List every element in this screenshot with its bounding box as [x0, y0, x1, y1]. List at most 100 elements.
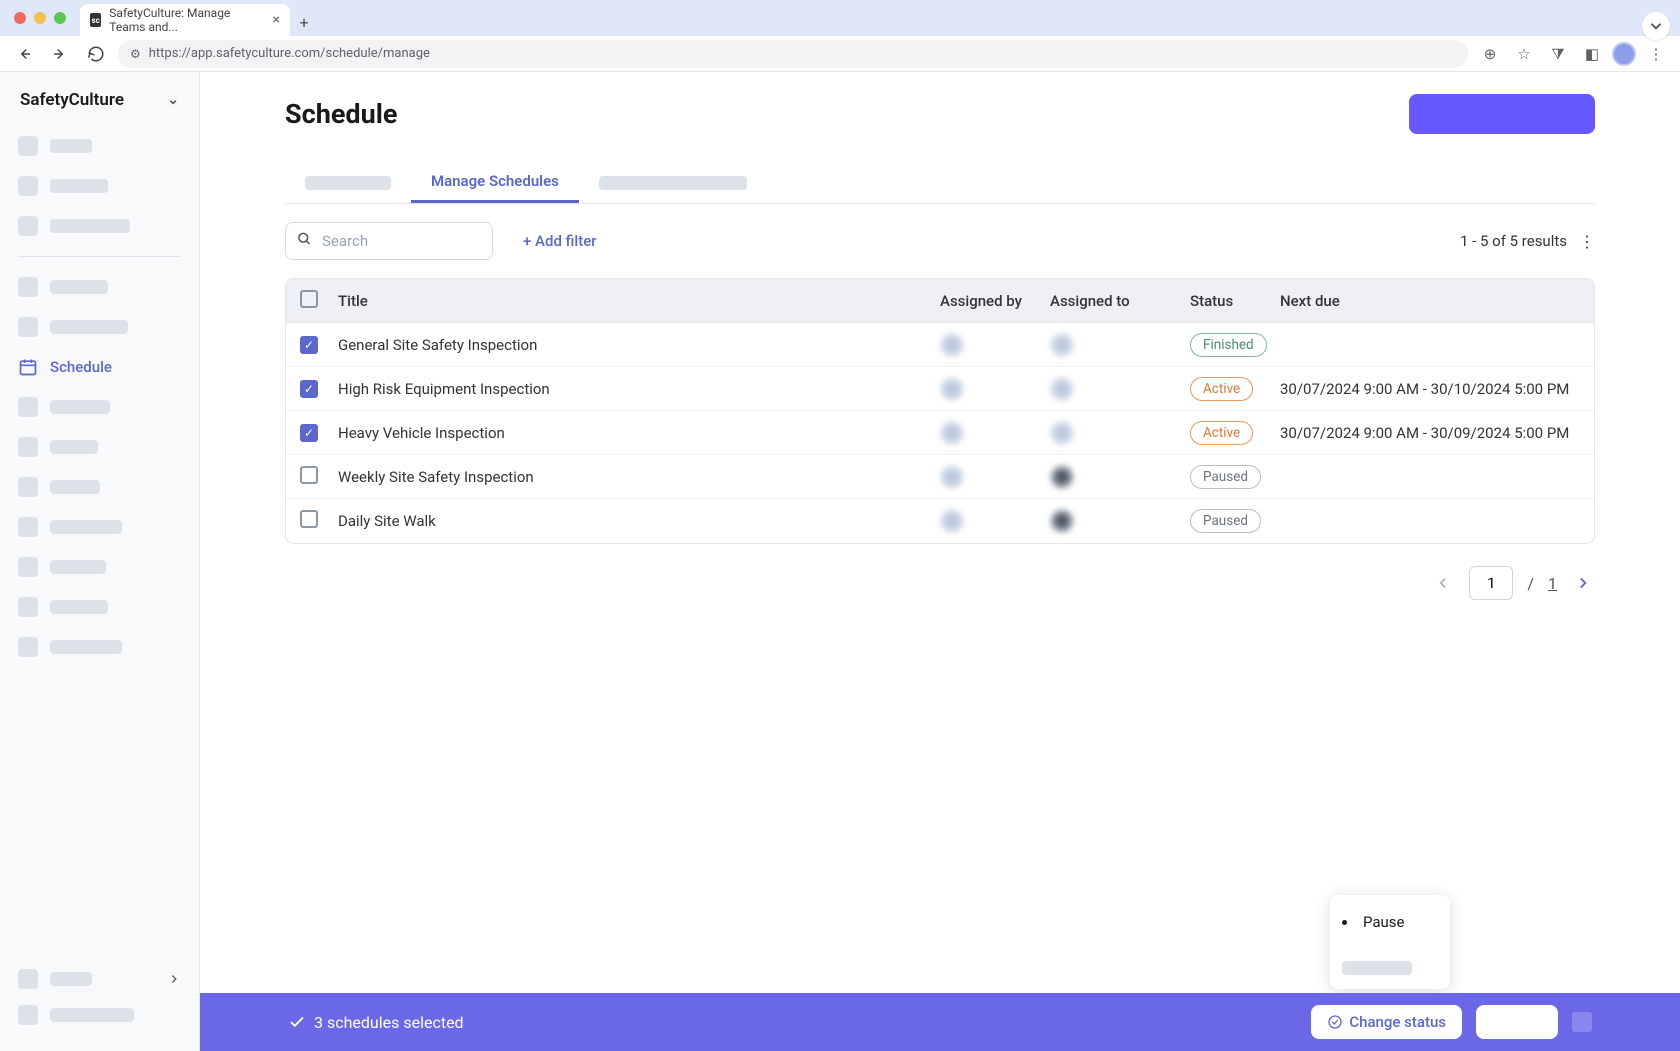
sidebar-item-skeleton — [18, 307, 181, 347]
add-filter-button[interactable]: + Add filter — [523, 232, 597, 250]
next-page-button[interactable] — [1571, 571, 1595, 595]
sidebar-item-schedule[interactable]: Schedule — [18, 347, 181, 387]
sidebar-item-skeleton — [18, 467, 181, 507]
sidebar-item-skeleton — [18, 166, 181, 206]
window-controls — [14, 12, 66, 24]
chevron-right-icon — [167, 972, 181, 986]
table-row[interactable]: Daily Site Walk Paused — [286, 499, 1594, 543]
search-box — [285, 222, 493, 260]
search-icon — [297, 232, 312, 251]
row-title: High Risk Equipment Inspection — [338, 380, 940, 398]
app-body: SafetyCulture ⌄ Schedule — [0, 72, 1680, 1051]
side-panel-icon[interactable]: ◧ — [1578, 40, 1606, 68]
row-checkbox[interactable]: ✓ — [300, 380, 318, 398]
sidebar-footer-item[interactable] — [18, 961, 181, 997]
page-total: 1 — [1548, 574, 1557, 593]
col-header-title[interactable]: Title — [338, 292, 940, 310]
avatar-assigned-by — [940, 465, 964, 489]
row-title: Daily Site Walk — [338, 512, 940, 530]
row-checkbox[interactable]: ✓ — [300, 424, 318, 442]
table-header: Title Assigned by Assigned to Status Nex… — [286, 279, 1594, 323]
bulk-action-bar: 3 schedules selected Change status — [200, 993, 1680, 1051]
maximize-window-button[interactable] — [54, 12, 66, 24]
selection-count: 3 schedules selected — [314, 1013, 464, 1032]
tab-manage-schedules[interactable]: Manage Schedules — [411, 162, 579, 203]
more-options-icon[interactable]: ⋮ — [1579, 232, 1595, 251]
change-status-label: Change status — [1349, 1013, 1446, 1031]
primary-action-button[interactable] — [1409, 94, 1595, 134]
col-header-status[interactable]: Status — [1190, 292, 1280, 310]
change-status-button[interactable]: Change status — [1311, 1005, 1462, 1039]
results-count: 1 - 5 of 5 results — [1460, 232, 1567, 250]
bookmark-icon[interactable]: ☆ — [1510, 40, 1538, 68]
site-settings-icon[interactable]: ⚙ — [130, 47, 141, 61]
new-tab-button[interactable]: + — [290, 8, 318, 36]
sidebar: SafetyCulture ⌄ Schedule — [0, 72, 200, 1051]
sidebar-item-skeleton — [18, 507, 181, 547]
browser-tab[interactable]: sc SafetyCulture: Manage Teams and... × — [80, 4, 290, 36]
tab-skeleton[interactable] — [579, 162, 767, 203]
tab-strip: sc SafetyCulture: Manage Teams and... × … — [0, 0, 1680, 36]
page-separator: / — [1527, 574, 1534, 593]
avatar-assigned-to — [1050, 509, 1074, 533]
pagination: / 1 — [250, 566, 1595, 600]
col-header-assigned-to[interactable]: Assigned to — [1050, 292, 1190, 310]
row-checkbox[interactable] — [300, 510, 318, 528]
tab-overflow-button[interactable] — [1642, 12, 1670, 40]
action-square-skeleton[interactable] — [1572, 1012, 1592, 1032]
sidebar-item-skeleton — [18, 387, 181, 427]
table-row[interactable]: ✓ High Risk Equipment Inspection Active … — [286, 367, 1594, 411]
avatar-assigned-to — [1050, 333, 1074, 357]
row-checkbox[interactable]: ✓ — [300, 336, 318, 354]
tab-skeleton[interactable] — [285, 162, 411, 203]
action-chip-skeleton[interactable] — [1476, 1005, 1558, 1039]
page-title: Schedule — [285, 98, 397, 130]
forward-button[interactable] — [46, 40, 74, 68]
browser-toolbar: ⚙ https://app.safetyculture.com/schedule… — [0, 36, 1680, 72]
avatar-assigned-by — [940, 509, 964, 533]
sidebar-item-skeleton — [18, 427, 181, 467]
table-row[interactable]: ✓ General Site Safety Inspection Finishe… — [286, 323, 1594, 367]
sidebar-brand[interactable]: SafetyCulture ⌄ — [0, 90, 199, 126]
reload-button[interactable] — [82, 40, 110, 68]
dropdown-item-skeleton — [1342, 961, 1412, 975]
address-bar[interactable]: ⚙ https://app.safetyculture.com/schedule… — [118, 40, 1468, 68]
status-badge: Active — [1190, 377, 1253, 401]
chevron-down-icon: ⌄ — [167, 92, 179, 108]
col-header-assigned-by[interactable]: Assigned by — [940, 292, 1050, 310]
row-next-due: 30/07/2024 9:00 AM - 30/09/2024 5:00 PM — [1280, 424, 1580, 442]
zoom-icon[interactable]: ⊕ — [1476, 40, 1504, 68]
row-checkbox[interactable] — [300, 466, 318, 484]
search-input[interactable] — [285, 222, 493, 260]
status-badge: Paused — [1190, 509, 1261, 533]
row-next-due: 30/07/2024 9:00 AM - 30/10/2024 5:00 PM — [1280, 380, 1580, 398]
sidebar-item-skeleton — [18, 627, 181, 667]
close-window-button[interactable] — [14, 12, 26, 24]
avatar-assigned-to — [1050, 465, 1074, 489]
select-all-checkbox[interactable] — [300, 290, 318, 308]
status-badge: Active — [1190, 421, 1253, 445]
avatar-assigned-by — [940, 377, 964, 401]
calendar-icon — [18, 357, 38, 377]
sidebar-footer-item — [18, 997, 181, 1033]
main-content: Schedule Manage Schedules + Add filter 1… — [200, 72, 1680, 1051]
extensions-icon[interactable]: ⧩ — [1544, 40, 1572, 68]
minimize-window-button[interactable] — [34, 12, 46, 24]
brand-text: SafetyCulture — [20, 90, 124, 110]
sidebar-item-skeleton — [18, 547, 181, 587]
close-tab-icon[interactable]: × — [273, 12, 280, 28]
table-row[interactable]: Weekly Site Safety Inspection Paused — [286, 455, 1594, 499]
tab-title: SafetyCulture: Manage Teams and... — [109, 6, 264, 34]
table-row[interactable]: ✓ Heavy Vehicle Inspection Active 30/07/… — [286, 411, 1594, 455]
avatar-assigned-to — [1050, 377, 1074, 401]
page-input[interactable] — [1469, 566, 1513, 600]
dropdown-item-pause[interactable]: Pause — [1342, 909, 1438, 935]
avatar-assigned-by — [940, 333, 964, 357]
schedules-table: Title Assigned by Assigned to Status Nex… — [285, 278, 1595, 544]
browser-menu-icon[interactable]: ⋮ — [1642, 40, 1670, 68]
status-badge: Paused — [1190, 465, 1261, 489]
prev-page-button[interactable] — [1431, 571, 1455, 595]
profile-avatar[interactable] — [1612, 42, 1636, 66]
col-header-next-due[interactable]: Next due — [1280, 292, 1580, 310]
back-button[interactable] — [10, 40, 38, 68]
